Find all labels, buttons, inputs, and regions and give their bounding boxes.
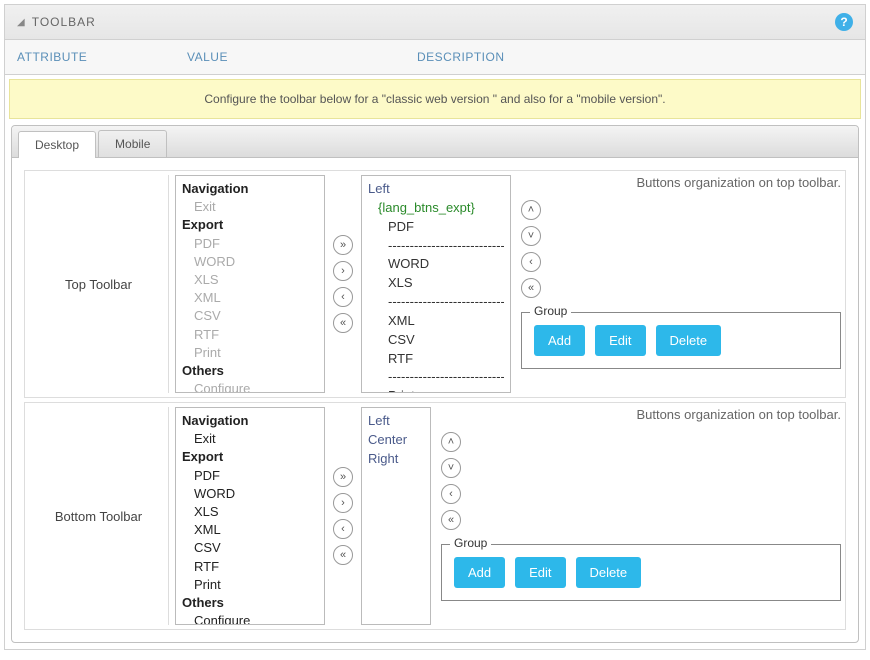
list-header-nav: Navigation: [182, 180, 318, 198]
move-left-icon[interactable]: ‹: [521, 252, 541, 272]
edit-button[interactable]: Edit: [595, 325, 645, 356]
edit-button[interactable]: Edit: [515, 557, 565, 588]
bottom-group-box: Group Add Edit Delete: [441, 544, 841, 601]
list-item[interactable]: RTF: [182, 326, 318, 344]
list-item[interactable]: Print: [182, 576, 318, 594]
list-header-export: Export: [182, 448, 318, 466]
move-left-icon[interactable]: ‹: [333, 287, 353, 307]
list-item[interactable]: CSV: [368, 331, 504, 350]
list-header-export: Export: [182, 216, 318, 234]
list-header-nav: Navigation: [182, 412, 318, 430]
top-toolbar-row: Top Toolbar Navigation Exit Export PDF W…: [24, 170, 846, 398]
bottom-right-column: Buttons organization on top toolbar. ˄ ˅…: [431, 407, 841, 601]
col-description: DESCRIPTION: [417, 50, 853, 64]
list-item[interactable]: RTF: [368, 350, 504, 369]
list-item[interactable]: XLS: [368, 274, 504, 293]
bottom-toolbar-label: Bottom Toolbar: [29, 407, 169, 625]
move-all-right-icon[interactable]: »: [333, 467, 353, 487]
move-right-icon[interactable]: ›: [333, 493, 353, 513]
move-right-icon[interactable]: ›: [333, 261, 353, 281]
top-toolbar-label: Top Toolbar: [29, 175, 169, 393]
collapse-icon[interactable]: ◢: [17, 17, 26, 28]
move-all-left-icon[interactable]: «: [521, 278, 541, 298]
list-item[interactable]: XML: [182, 521, 318, 539]
move-down-icon[interactable]: ˅: [521, 226, 541, 246]
list-item[interactable]: XML: [182, 289, 318, 307]
list-item[interactable]: Print: [368, 387, 504, 393]
top-right-column: Buttons organization on top toolbar. ˄ ˅…: [511, 175, 841, 369]
tab-mobile[interactable]: Mobile: [98, 130, 167, 157]
column-headers: ATTRIBUTE VALUE DESCRIPTION: [5, 40, 865, 75]
list-item[interactable]: Left: [368, 412, 424, 431]
panel-title: TOOLBAR: [32, 15, 96, 29]
list-item[interactable]: Center: [368, 431, 424, 450]
list-header-others: Others: [182, 594, 318, 612]
bottom-source-list[interactable]: Navigation Exit Export PDF WORD XLS XML …: [175, 407, 325, 625]
bottom-toolbar-row: Bottom Toolbar Navigation Exit Export PD…: [24, 402, 846, 630]
top-transfer-buttons: » › ‹ «: [325, 175, 361, 393]
list-item[interactable]: {lang_btns_expt}: [368, 199, 504, 218]
move-left-icon[interactable]: ‹: [333, 519, 353, 539]
help-icon[interactable]: ?: [835, 13, 853, 31]
top-desc: Buttons organization on top toolbar.: [521, 175, 841, 190]
list-item[interactable]: Exit: [182, 198, 318, 216]
col-value: VALUE: [187, 50, 417, 64]
list-separator[interactable]: ---------------------------: [368, 237, 504, 256]
move-all-left-icon[interactable]: «: [333, 545, 353, 565]
tab-strip: Desktop Mobile: [12, 126, 858, 158]
move-all-left-icon[interactable]: «: [333, 313, 353, 333]
panel-header: ◢ TOOLBAR ?: [5, 5, 865, 40]
list-item[interactable]: RTF: [182, 558, 318, 576]
bottom-target-list[interactable]: Left Center Right: [361, 407, 431, 625]
list-item[interactable]: Exit: [182, 430, 318, 448]
move-top-icon[interactable]: ˄: [441, 432, 461, 452]
list-separator[interactable]: ---------------------------: [368, 368, 504, 387]
move-top-icon[interactable]: ˄: [521, 200, 541, 220]
tab-desktop[interactable]: Desktop: [18, 131, 96, 158]
list-item[interactable]: Right: [368, 450, 424, 469]
top-order-buttons: ˄ ˅ ‹ «: [521, 200, 549, 298]
bottom-desc: Buttons organization on top toolbar.: [441, 407, 841, 422]
list-item[interactable]: Configure: [182, 612, 318, 625]
list-item[interactable]: WORD: [368, 255, 504, 274]
bottom-transfer-buttons: » › ‹ «: [325, 407, 361, 625]
list-item[interactable]: PDF: [182, 467, 318, 485]
list-item[interactable]: WORD: [182, 485, 318, 503]
group-legend: Group: [530, 304, 571, 318]
list-item[interactable]: XLS: [182, 271, 318, 289]
list-header-others: Others: [182, 362, 318, 380]
list-item[interactable]: Left: [368, 180, 504, 199]
list-item[interactable]: PDF: [182, 235, 318, 253]
list-item[interactable]: WORD: [182, 253, 318, 271]
config-alert: Configure the toolbar below for a "class…: [9, 79, 861, 119]
delete-button[interactable]: Delete: [656, 325, 722, 356]
tabs-container: Desktop Mobile Top Toolbar Navigation Ex…: [11, 125, 859, 643]
list-item[interactable]: Configure: [182, 380, 318, 393]
add-button[interactable]: Add: [454, 557, 505, 588]
move-all-left-icon[interactable]: «: [441, 510, 461, 530]
toolbar-panel: ◢ TOOLBAR ? ATTRIBUTE VALUE DESCRIPTION …: [4, 4, 866, 650]
move-left-icon[interactable]: ‹: [441, 484, 461, 504]
move-all-right-icon[interactable]: »: [333, 235, 353, 255]
move-down-icon[interactable]: ˅: [441, 458, 461, 478]
list-item[interactable]: PDF: [368, 218, 504, 237]
list-item[interactable]: CSV: [182, 307, 318, 325]
col-attribute: ATTRIBUTE: [17, 50, 187, 64]
add-button[interactable]: Add: [534, 325, 585, 356]
bottom-order-buttons: ˄ ˅ ‹ «: [441, 432, 469, 530]
list-item[interactable]: CSV: [182, 539, 318, 557]
group-legend: Group: [450, 536, 491, 550]
delete-button[interactable]: Delete: [576, 557, 642, 588]
top-group-box: Group Add Edit Delete: [521, 312, 841, 369]
list-separator[interactable]: ---------------------------: [368, 293, 504, 312]
list-item[interactable]: XML: [368, 312, 504, 331]
list-item[interactable]: Print: [182, 344, 318, 362]
top-source-list[interactable]: Navigation Exit Export PDF WORD XLS XML …: [175, 175, 325, 393]
top-target-list[interactable]: Left {lang_btns_expt} PDF --------------…: [361, 175, 511, 393]
list-item[interactable]: XLS: [182, 503, 318, 521]
tab-content-desktop: Top Toolbar Navigation Exit Export PDF W…: [12, 158, 858, 642]
